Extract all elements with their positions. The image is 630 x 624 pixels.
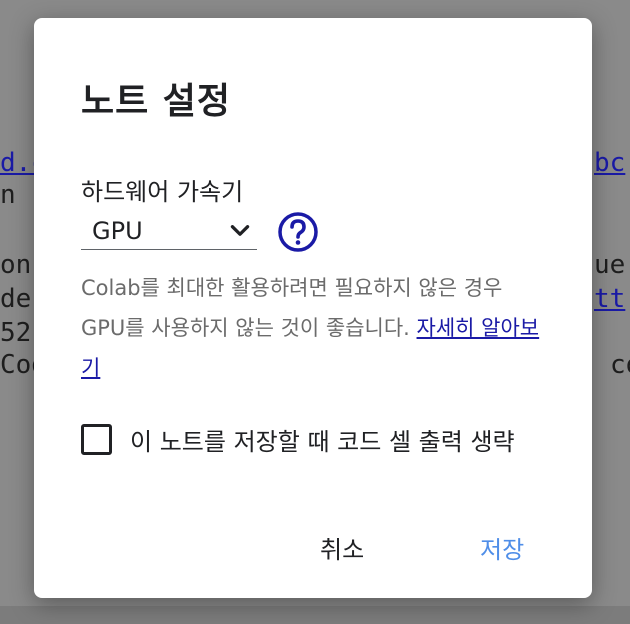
dialog-title: 노트 설정: [81, 81, 232, 122]
omit-output-checkbox[interactable]: [81, 424, 112, 455]
bg-code-line: de: [0, 284, 32, 314]
hardware-accelerator-label: 하드웨어 가속기: [81, 178, 244, 206]
bg-code-line: tt: [594, 284, 626, 314]
chevron-down-icon: [230, 224, 250, 236]
cancel-button[interactable]: 취소: [312, 526, 372, 569]
notebook-settings-dialog: 노트 설정 하드웨어 가속기 GPU Colab를 최대한 활용하려면 필요하지…: [34, 18, 592, 598]
bg-code-line: n: [0, 180, 16, 210]
save-button[interactable]: 저장: [472, 526, 532, 569]
bg-code-line: 52: [0, 318, 32, 348]
bg-code-line: co: [610, 350, 630, 380]
bg-code-line: bc: [594, 148, 626, 178]
bg-code-line: on: [0, 250, 32, 280]
bg-code-line: ue: [594, 250, 626, 280]
hardware-accelerator-select[interactable]: GPU: [81, 212, 257, 250]
bg-bottom-strip: [0, 606, 630, 624]
gpu-description: Colab를 최대한 활용하려면 필요하지 않은 경우 GPU를 사용하지 않는…: [81, 268, 551, 388]
omit-output-label: 이 노트를 저장할 때 코드 셀 출력 생략: [130, 428, 515, 456]
selected-accelerator: GPU: [92, 216, 143, 245]
omit-output-row: 이 노트를 저장할 때 코드 셀 출력 생략: [81, 422, 515, 457]
help-circle-icon[interactable]: [277, 211, 319, 253]
